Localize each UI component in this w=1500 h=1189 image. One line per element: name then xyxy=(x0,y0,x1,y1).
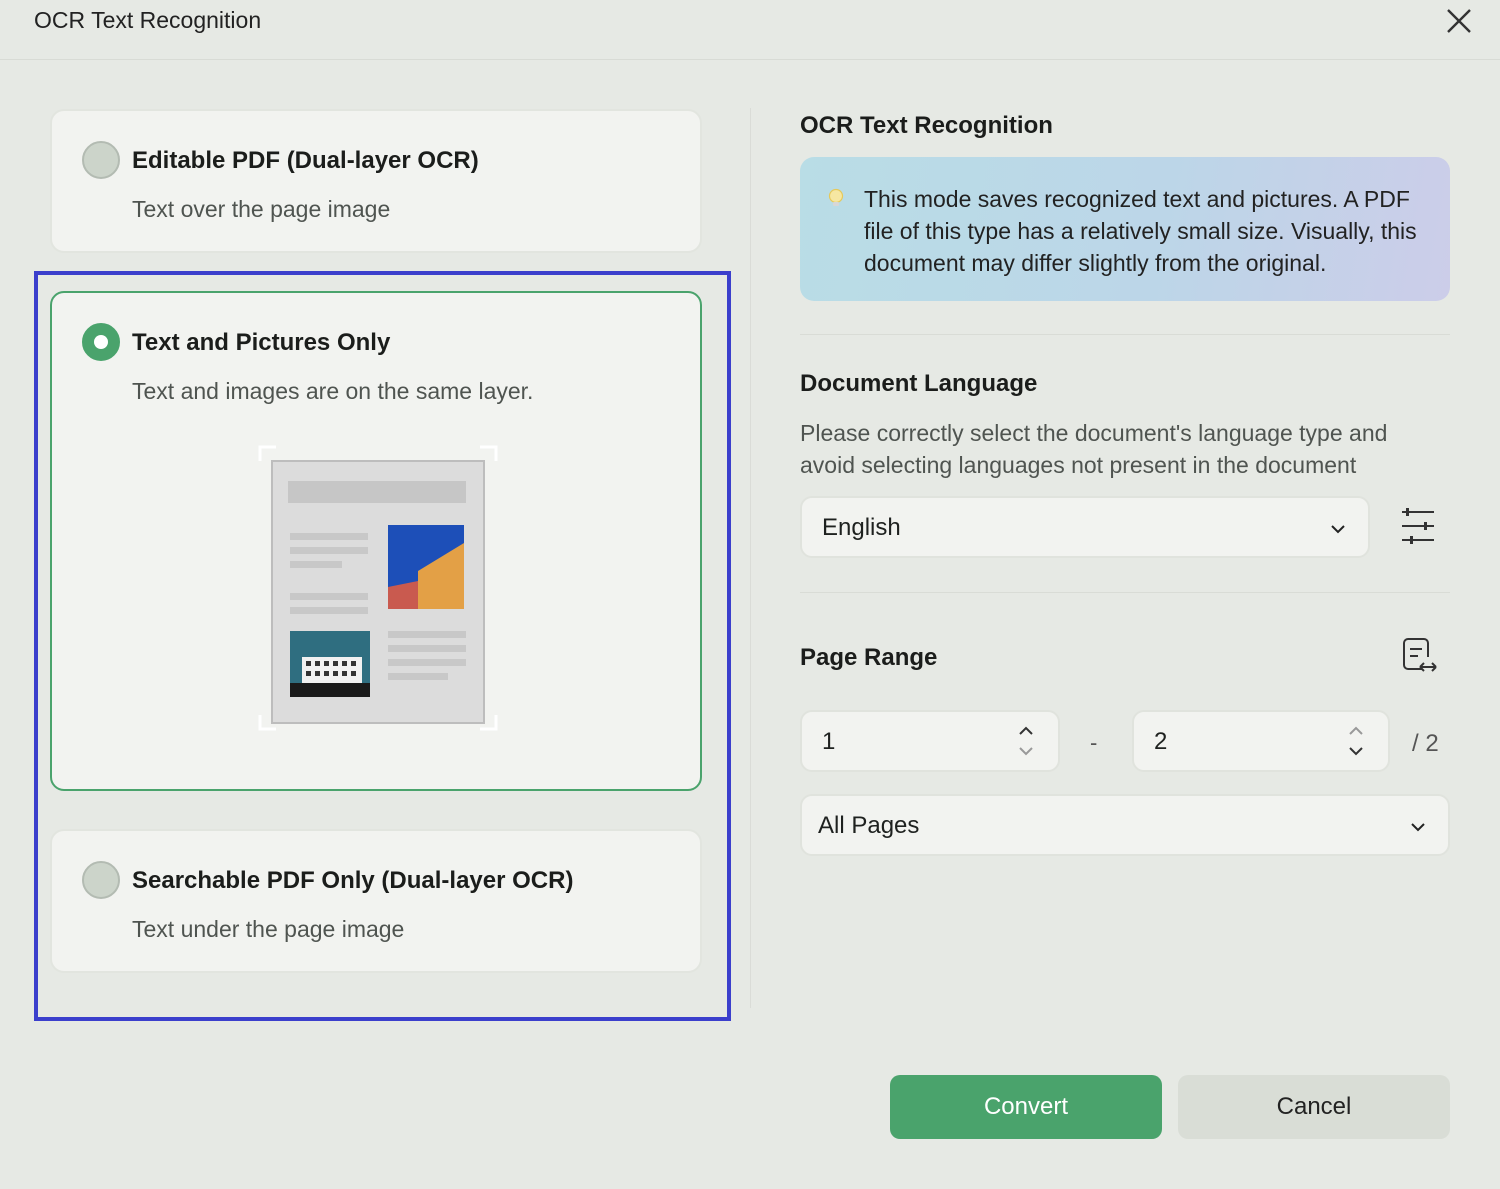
page-from-value: 1 xyxy=(822,728,836,755)
section-divider xyxy=(800,334,1450,335)
document-preview-illustration xyxy=(258,445,498,731)
option-subtitle: Text under the page image xyxy=(132,916,405,942)
document-swap-icon xyxy=(1403,638,1437,672)
mode-info-box: This mode saves recognized text and pict… xyxy=(800,157,1450,301)
mode-info-text: This mode saves recognized text and pict… xyxy=(864,186,1417,276)
lightbulb-icon xyxy=(828,188,844,206)
language-select[interactable]: English xyxy=(800,496,1370,558)
radio-searchable-pdf[interactable] xyxy=(82,861,120,899)
cancel-button[interactable]: Cancel xyxy=(1178,1075,1450,1139)
convert-button[interactable]: Convert xyxy=(890,1075,1162,1139)
page-to-input[interactable]: 2 xyxy=(1132,710,1390,772)
page-range-separator: - xyxy=(1090,730,1098,755)
ocr-dialog: OCR Text Recognition Editable PDF (Dual-… xyxy=(0,0,1500,1189)
chevron-down-icon xyxy=(1331,525,1345,534)
option-title: Text and Pictures Only xyxy=(132,329,391,356)
column-divider xyxy=(750,108,751,1008)
close-icon xyxy=(1447,9,1471,33)
close-button[interactable] xyxy=(1438,0,1480,42)
language-hint: Please correctly select the document's l… xyxy=(800,420,1388,478)
radio-text-and-pictures[interactable] xyxy=(82,323,120,361)
page-scope-value: All Pages xyxy=(818,812,920,839)
page-from-input[interactable]: 1 xyxy=(800,710,1060,772)
option-title: Searchable PDF Only (Dual-layer OCR) xyxy=(132,867,574,894)
option-searchable-pdf[interactable]: Searchable PDF Only (Dual-layer OCR) Tex… xyxy=(50,829,702,973)
page-total: / 2 xyxy=(1412,730,1439,757)
radio-editable-pdf[interactable] xyxy=(82,141,120,179)
option-subtitle: Text over the page image xyxy=(132,196,391,222)
language-settings-button[interactable] xyxy=(1398,506,1438,546)
option-subtitle: Text and images are on the same layer. xyxy=(132,378,534,404)
section-divider xyxy=(800,592,1450,593)
language-select-value: English xyxy=(822,514,901,541)
chevron-down-icon xyxy=(1411,823,1425,832)
option-editable-pdf[interactable]: Editable PDF (Dual-layer OCR) Text over … xyxy=(50,109,702,253)
page-to-value: 2 xyxy=(1154,728,1168,755)
page-scope-select[interactable]: All Pages xyxy=(800,794,1450,856)
stepper-icon[interactable] xyxy=(1016,724,1036,758)
dialog-title: OCR Text Recognition xyxy=(34,7,262,33)
dialog-titlebar: OCR Text Recognition xyxy=(0,0,1500,60)
option-text-and-pictures[interactable]: Text and Pictures Only Text and images a… xyxy=(50,291,702,791)
language-section-title: Document Language xyxy=(800,370,1038,397)
sliders-icon xyxy=(1402,508,1434,544)
option-title: Editable PDF (Dual-layer OCR) xyxy=(132,147,479,174)
stepper-icon[interactable] xyxy=(1346,724,1366,758)
ocr-section-title: OCR Text Recognition xyxy=(800,112,1053,139)
page-range-swap-button[interactable] xyxy=(1400,637,1440,677)
page-range-section-title: Page Range xyxy=(800,644,938,671)
